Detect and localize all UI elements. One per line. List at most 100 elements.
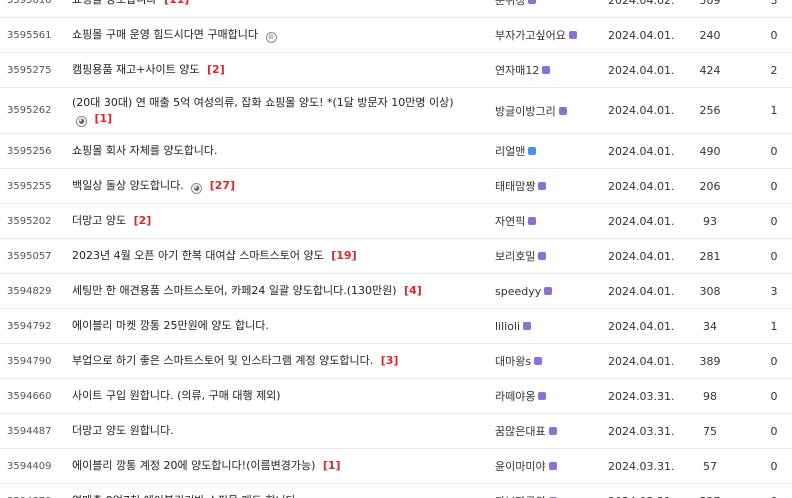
author-link[interactable]: speedyy — [495, 285, 605, 298]
post-title-link[interactable]: 더망고 양도 [2] — [72, 213, 472, 229]
view-count: 75 — [703, 424, 717, 438]
comment-count-link[interactable]: [2] — [207, 63, 225, 76]
post-title-text: 더망고 양도 원합니다. — [72, 424, 174, 437]
author-name: 꿈많은대표 — [495, 425, 546, 438]
comment-count-link[interactable]: [1] — [95, 112, 113, 125]
post-number: 3594487 — [7, 425, 52, 437]
image-icon: ◕ — [76, 115, 87, 127]
table-row: 3595262 (20대 30대) 연 매출 5억 여성의류, 잡화 쇼핑몰 양… — [0, 88, 792, 134]
view-count: 206 — [699, 179, 721, 193]
comment-count-link[interactable]: [2] — [134, 214, 152, 227]
post-title-link[interactable]: 2023년 4월 오픈 아기 한복 대여샵 스마트스토어 양도 [19] — [72, 248, 472, 264]
post-date: 2024.04.01. — [608, 319, 675, 333]
post-title-text: 부업으로 하기 좋은 스마트스토어 및 인스타그램 계정 양도합니다. — [72, 354, 374, 367]
post-title-link[interactable]: 사이트 구입 원합니다. (의류, 구매 대행 제외) — [72, 388, 472, 404]
post-title-link[interactable]: 쇼핑몰 구매 운영 힘드시다면 구매합니다 ⊘ — [72, 27, 472, 43]
post-title-link[interactable]: 에이블리 마켓 깡통 25만원에 양도 합니다. — [72, 318, 472, 334]
post-title-link[interactable]: 에이블리 깡통 계정 20에 양도합니다!(이름변경가능) [1] — [72, 458, 472, 474]
comment-count-link[interactable]: [19] — [331, 249, 356, 262]
table-row: 3595616 쇼핑몰 양도합니다 [11] 문위정 2024.04.02. 3… — [0, 0, 792, 18]
post-number: 3595275 — [7, 64, 52, 76]
author-link[interactable]: 꿈많은대표 — [495, 423, 605, 439]
post-title-link[interactable]: 더망고 양도 원합니다. — [72, 423, 472, 439]
post-number: 3595616 — [7, 0, 52, 6]
member-level-icon — [548, 462, 557, 470]
like-count: 0 — [770, 389, 778, 403]
comment-count-link[interactable]: [11] — [164, 0, 189, 6]
post-title-link[interactable]: 백일상 돌상 양도합니다. ◕ [27] — [72, 178, 472, 194]
like-count: 0 — [770, 459, 778, 473]
member-level-icon — [568, 31, 577, 39]
author-link[interactable]: 태태맘짱 — [495, 178, 605, 194]
post-date: 2024.04.01. — [608, 214, 675, 228]
like-count: 2 — [770, 63, 778, 77]
author-link[interactable]: 자연픽 — [495, 213, 605, 229]
author-link[interactable]: 리얼맨 — [495, 143, 605, 159]
author-name: 문위정 — [495, 0, 526, 7]
like-count: 3 — [770, 284, 778, 298]
like-count: 1 — [770, 319, 778, 333]
view-count: 98 — [703, 389, 717, 403]
post-title-text: 사이트 구입 원합니다. (의류, 구매 대행 제외) — [72, 389, 281, 402]
post-title-text: 세팅만 한 애견용품 스마트스토어, 카페24 일괄 양도합니다.(130만원) — [72, 284, 397, 297]
post-number: 3595262 — [7, 105, 52, 116]
comment-count-link[interactable]: [3] — [381, 354, 399, 367]
table-row: 3594487 더망고 양도 원합니다. 꿈많은대표 2024.03.31. 7… — [0, 414, 792, 449]
author-link[interactable]: 라떼야옹 — [495, 388, 605, 404]
author-link[interactable]: 윤이마미야 — [495, 458, 605, 474]
view-count: 389 — [699, 354, 721, 368]
post-title-link[interactable]: 캠핑용품 재고+사이트 양도 [2] — [72, 62, 472, 78]
author-link[interactable]: 가보자구의 — [495, 493, 605, 498]
view-count: 309 — [699, 0, 721, 7]
post-number: 3594790 — [7, 355, 52, 367]
comment-count-link[interactable]: [1] — [323, 459, 341, 472]
author-link[interactable]: 보리호밀 — [495, 248, 605, 264]
table-row: 3594792 에이블리 마켓 깡통 25만원에 양도 합니다. lilioli… — [0, 309, 792, 344]
author-link[interactable]: 대마왕s — [495, 353, 605, 369]
author-link[interactable]: 부자가고싶어요 — [495, 27, 605, 43]
post-title-link[interactable]: 부업으로 하기 좋은 스마트스토어 및 인스타그램 계정 양도합니다. [3] — [72, 353, 472, 369]
member-level-icon — [523, 321, 532, 330]
post-title-link[interactable]: 세팅만 한 애견용품 스마트스토어, 카페24 일괄 양도합니다.(130만원)… — [72, 283, 472, 299]
post-date: 2024.04.01. — [608, 354, 675, 368]
table-row: 3595256 쇼핑몰 회사 자체를 양도합니다. 리얼맨 2024.04.01… — [0, 134, 792, 169]
post-date: 2024.03.31. — [608, 459, 675, 473]
view-count: 93 — [703, 214, 717, 228]
post-date: 2024.04.01. — [608, 104, 675, 117]
comment-count-link[interactable]: [4] — [404, 284, 422, 297]
post-title-text: 연매출 9억7천 에이블리기반 쇼핑몰 매도 합니다. — [72, 494, 299, 498]
post-date: 2024.04.01. — [608, 144, 675, 158]
table-row: 3594790 부업으로 하기 좋은 스마트스토어 및 인스타그램 계정 양도합… — [0, 344, 792, 379]
post-date: 2024.04.01. — [608, 249, 675, 263]
image-icon: ◕ — [191, 183, 203, 194]
post-title-link[interactable]: (20대 30대) 연 매출 5억 여성의류, 잡화 쇼핑몰 양도! *(1달 … — [72, 95, 472, 127]
post-title-link[interactable]: 쇼핑몰 양도합니다 [11] — [72, 0, 472, 8]
post-list-board: 3595616 쇼핑몰 양도합니다 [11] 문위정 2024.04.02. 3… — [0, 0, 792, 498]
view-count: 490 — [699, 144, 721, 158]
author-link[interactable]: lilioli — [495, 320, 605, 333]
attachment-icon: ⊘ — [265, 32, 277, 43]
member-level-icon — [528, 217, 537, 225]
author-link[interactable]: 방글이방그리 — [495, 103, 605, 119]
post-title-text: 백일상 돌상 양도합니다. — [72, 179, 184, 192]
author-name: 태태맘짱 — [495, 180, 536, 193]
post-date: 2024.03.31. — [608, 389, 675, 403]
member-level-icon — [528, 0, 537, 4]
table-row: 3595561 쇼핑몰 구매 운영 힘드시다면 구매합니다 ⊘ 부자가고싶어요 … — [0, 18, 792, 53]
member-level-icon — [558, 106, 567, 115]
author-name: 대마왕s — [495, 355, 532, 368]
post-number: 3594409 — [7, 460, 52, 472]
author-name: speedyy — [495, 284, 542, 298]
author-link[interactable]: 문위정 — [495, 0, 605, 8]
like-count: 3 — [770, 0, 778, 7]
member-level-icon — [538, 182, 547, 190]
post-title-link[interactable]: 쇼핑몰 회사 자체를 양도합니다. — [72, 143, 472, 159]
post-date: 2024.03.31. — [608, 424, 675, 438]
comment-count-link[interactable]: [27] — [210, 179, 235, 192]
view-count: 34 — [703, 319, 717, 333]
author-name: 연자매12 — [495, 64, 540, 77]
author-name: 부자가고싶어요 — [495, 29, 566, 42]
post-number: 3594792 — [7, 320, 52, 332]
author-link[interactable]: 연자매12 — [495, 62, 605, 78]
post-title-link[interactable]: 연매출 9억7천 에이블리기반 쇼핑몰 매도 합니다. ◕ — [72, 493, 472, 498]
